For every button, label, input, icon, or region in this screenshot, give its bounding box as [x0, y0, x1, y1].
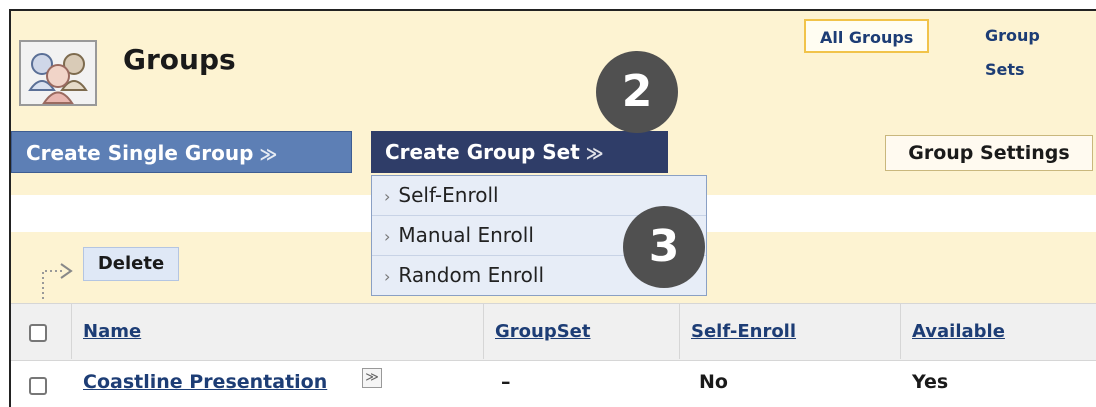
menu-item-label: Self-Enroll: [398, 183, 499, 207]
groups-page: Groups All Groups Group Sets Create Sing…: [9, 9, 1096, 407]
chevron-right-icon: ›: [384, 227, 391, 246]
row-checkbox[interactable]: [29, 377, 47, 395]
table-row-name: Coastline Presentation: [83, 371, 327, 393]
table-row-available: Yes: [912, 371, 949, 393]
double-chevron-down-icon: ≫: [585, 144, 604, 164]
column-divider: [900, 303, 901, 359]
group-name-link[interactable]: Coastline Presentation: [83, 371, 327, 393]
table-row-groupset: –: [501, 371, 511, 393]
move-arrow-icon: [37, 257, 75, 305]
menu-item-label: Random Enroll: [398, 263, 545, 287]
menu-item-label: Manual Enroll: [398, 223, 534, 247]
column-header-self-enroll[interactable]: Self-Enroll: [691, 321, 796, 342]
table-row-self-enroll: No: [699, 371, 728, 393]
step-badge-2: 2: [596, 51, 678, 133]
double-chevron-down-icon: ≫: [259, 145, 278, 165]
column-divider: [679, 303, 680, 359]
column-header-groupset[interactable]: GroupSet: [495, 321, 591, 342]
group-settings-button[interactable]: Group Settings: [885, 135, 1093, 171]
group-people-icon: [19, 40, 97, 106]
create-group-set-button[interactable]: Create Group Set ≫: [371, 131, 668, 173]
row-options-menu-button[interactable]: ≫: [362, 368, 382, 388]
column-header-available[interactable]: Available: [912, 321, 1005, 342]
column-divider: [483, 303, 484, 359]
select-all-checkbox[interactable]: [29, 324, 47, 342]
tab-group-sets[interactable]: Group Sets: [971, 19, 1096, 79]
step-badge-3: 3: [623, 206, 705, 288]
chevron-right-icon: ›: [384, 267, 391, 286]
chevron-right-icon: ›: [384, 187, 391, 206]
create-single-group-button[interactable]: Create Single Group ≫: [11, 131, 352, 173]
delete-button[interactable]: Delete: [83, 247, 179, 281]
page-title: Groups: [123, 43, 236, 76]
column-divider: [71, 303, 72, 359]
create-single-group-label: Create Single Group: [26, 141, 254, 165]
column-header-name[interactable]: Name: [83, 321, 141, 342]
create-group-set-label: Create Group Set: [385, 140, 580, 164]
tab-all-groups[interactable]: All Groups: [804, 19, 930, 53]
